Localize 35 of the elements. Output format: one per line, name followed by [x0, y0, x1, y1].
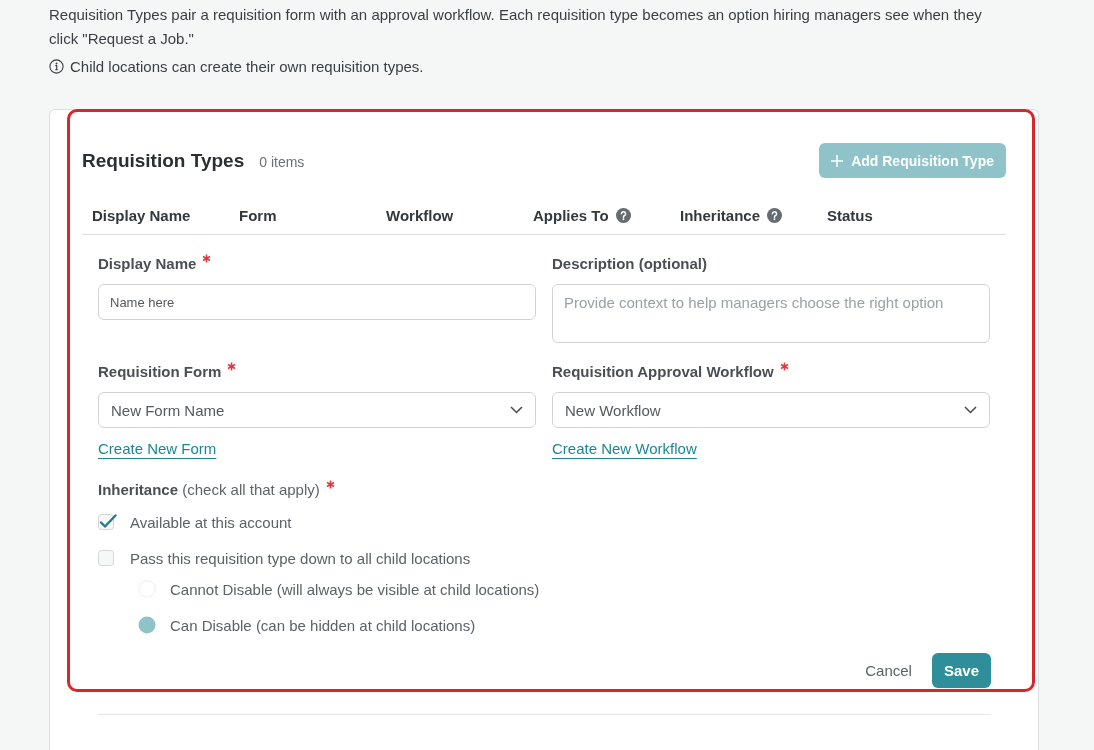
cancel-button[interactable]: Cancel [865, 653, 912, 688]
option-label: Cannot Disable (will always be visible at child locations) [170, 580, 540, 598]
help-icon[interactable] [767, 207, 783, 223]
info-icon [49, 58, 64, 74]
column-header: Status [827, 206, 873, 224]
field-label: Description (optional) [552, 254, 707, 274]
checkbox[interactable] [98, 549, 117, 567]
create-link[interactable]: Create New Form [98, 439, 217, 459]
plus-icon [831, 154, 844, 167]
field-label: Requisition Approval Workflow [552, 362, 774, 382]
intro-text: Requisition Types pair a requisition form with an approval workflow. Each requisition type becomes an option hiring managers see when they click "Request a Job." [49, 5, 983, 49]
field-label: Inheritance (check all that apply) [98, 480, 320, 500]
info-note: Child locations can create their own requisition types. [70, 57, 424, 75]
option-label: Available at this account [130, 513, 292, 531]
option-label: Can Disable (can be hidden at child locations) [170, 616, 476, 634]
dropdown-select[interactable]: New Form Name [98, 392, 536, 428]
description-textarea[interactable]: Provide context to help managers choose the right option [552, 284, 990, 343]
column-header: Form [239, 206, 277, 224]
chevron-down-icon [510, 406, 523, 414]
column-header: Workflow [386, 206, 454, 224]
field-label: Display Name [98, 254, 197, 274]
section-title: Requisition Types [82, 149, 245, 172]
column-header: Inheritance [680, 206, 761, 224]
chevron-down-icon [964, 406, 977, 414]
create-link[interactable]: Create New Workflow [552, 439, 697, 459]
field-label: Requisition Form [98, 362, 222, 382]
column-header: Display Name [92, 206, 191, 224]
dropdown-select[interactable]: New Workflow [552, 392, 990, 428]
display-name-input[interactable]: Name here [98, 284, 536, 320]
checkbox[interactable] [98, 513, 117, 531]
item-count: 0 items [259, 153, 305, 170]
column-header: Applies To [533, 206, 609, 224]
help-icon[interactable] [615, 207, 631, 223]
option-label: Pass this requisition type down to all child locations [130, 549, 471, 567]
save-button[interactable]: Save [931, 653, 991, 688]
